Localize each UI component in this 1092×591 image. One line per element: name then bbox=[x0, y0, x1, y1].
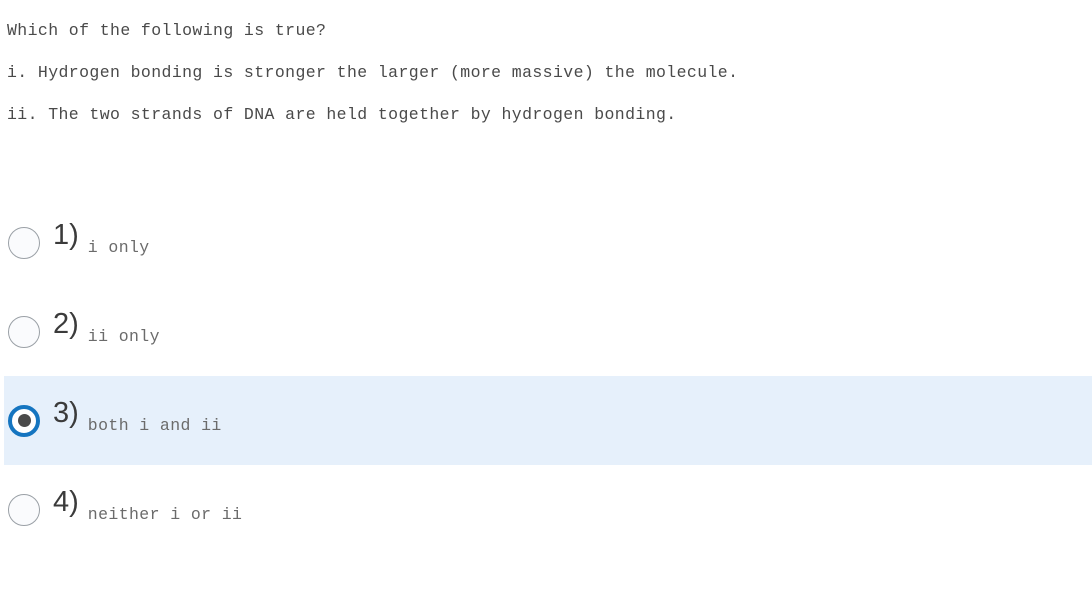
radio-dot bbox=[17, 414, 31, 427]
option-label-1: i only bbox=[87, 238, 150, 258]
question-line-1: Which of the following is true? bbox=[7, 21, 327, 40]
question-line-3: ii. The two strands of DNA are held toge… bbox=[7, 105, 677, 124]
radio-unchecked-icon[interactable] bbox=[8, 493, 40, 526]
option-label-3: both i and ii bbox=[87, 416, 222, 436]
radio-unchecked-icon[interactable] bbox=[8, 226, 40, 259]
answer-option-2[interactable]: 2) ii only bbox=[0, 287, 1092, 376]
question-stem: Which of the following is true? i. Hydro… bbox=[0, 0, 1092, 136]
option-number-4: 4) bbox=[53, 486, 79, 518]
answer-options-list: 1) i only 2) ii only 3) both i and ii 4)… bbox=[0, 198, 1092, 554]
option-number-1: 1) bbox=[53, 219, 79, 251]
question-line-2: i. Hydrogen bonding is stronger the larg… bbox=[7, 63, 739, 82]
option-label-2: ii only bbox=[87, 327, 160, 347]
option-label-4: neither i or ii bbox=[87, 505, 243, 525]
answer-option-4[interactable]: 4) neither i or ii bbox=[0, 465, 1092, 554]
answer-option-1[interactable]: 1) i only bbox=[0, 198, 1092, 287]
quiz-question-panel: Which of the following is true? i. Hydro… bbox=[0, 0, 1092, 591]
answer-option-3[interactable]: 3) both i and ii bbox=[4, 376, 1092, 465]
radio-unchecked-icon[interactable] bbox=[8, 315, 40, 348]
radio-checked-icon[interactable] bbox=[8, 404, 40, 437]
option-number-2: 2) bbox=[53, 308, 79, 340]
option-number-3: 3) bbox=[53, 397, 79, 429]
